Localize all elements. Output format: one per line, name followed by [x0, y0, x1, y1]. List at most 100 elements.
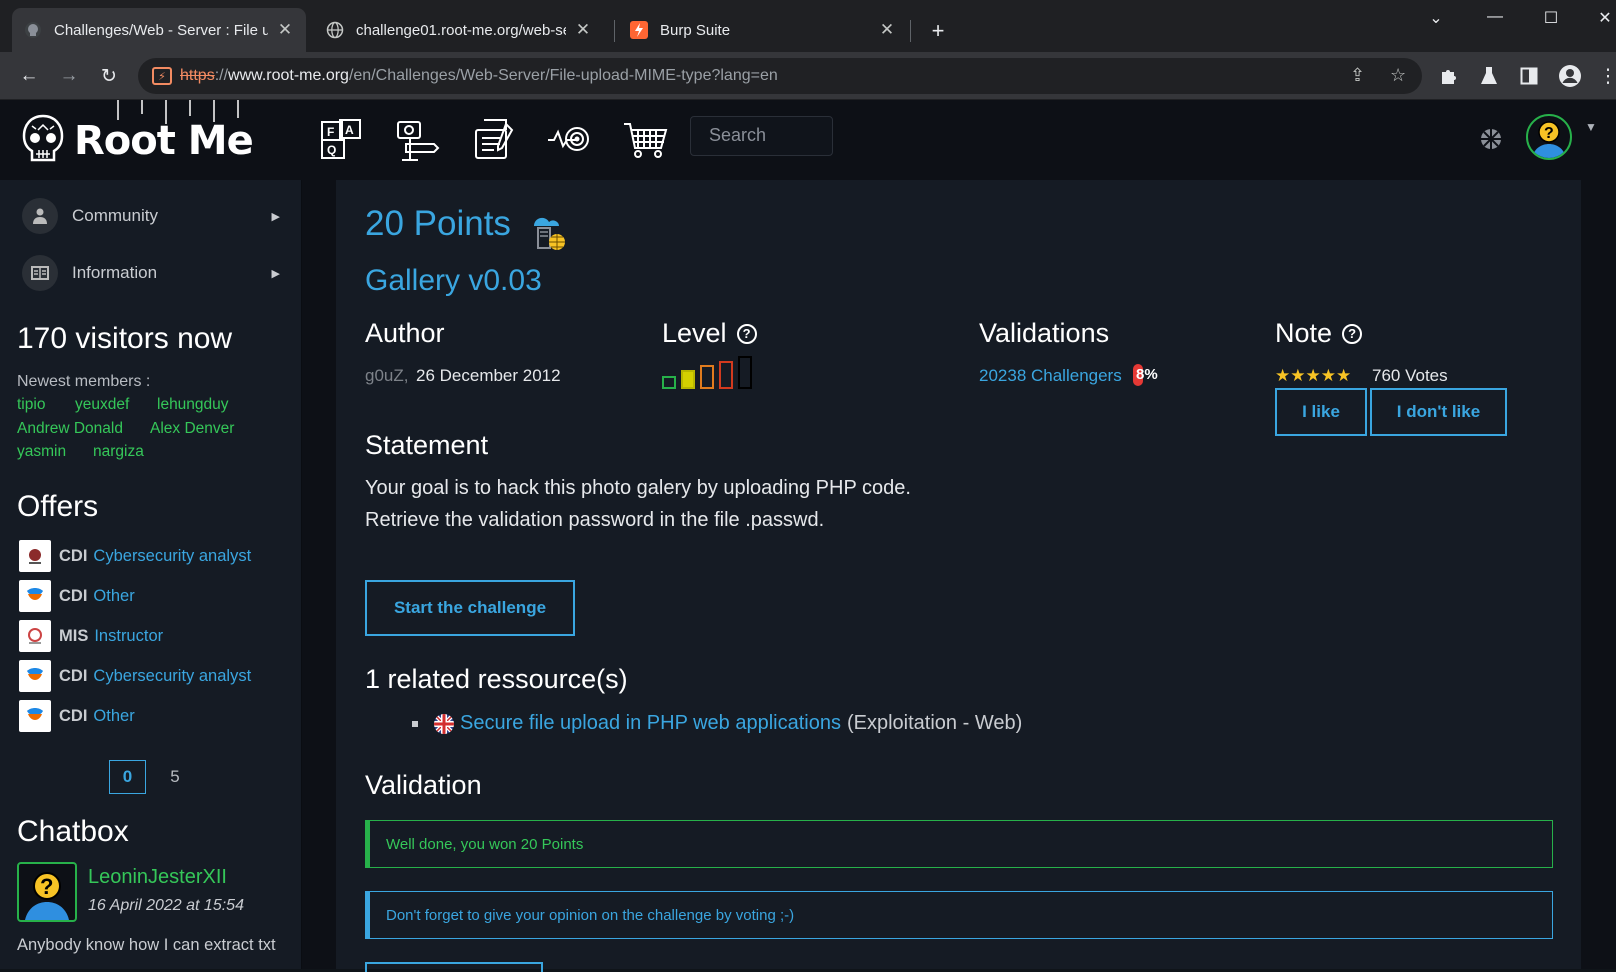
address-bar[interactable]: ⚡ https://www.root-me.org/en/Challenges/…	[138, 58, 1422, 94]
resource-link[interactable]: Secure file upload in PHP web applicatio…	[460, 712, 841, 735]
author-heading: Author	[365, 318, 445, 348]
member-link[interactable]: Alex Denver	[150, 420, 234, 438]
maximize-icon[interactable]: ☐	[1536, 8, 1566, 28]
offer-type: CDI	[59, 546, 88, 565]
visitors-count: 170 visitors now	[17, 322, 233, 355]
avatar-question-icon: ?	[1532, 121, 1566, 158]
reload-icon[interactable]: ↻	[95, 62, 123, 90]
browser-menu-icon[interactable]: ⋮	[1594, 62, 1616, 90]
minimize-icon[interactable]: —	[1480, 8, 1510, 26]
sidebar-item-community[interactable]: Community ▶	[22, 196, 292, 236]
root-me-favicon-icon	[24, 21, 42, 39]
offer-item[interactable]: MIS Instructor	[19, 620, 163, 652]
offer-title[interactable]: Instructor	[94, 627, 163, 646]
documentation-icon[interactable]	[470, 116, 516, 162]
share-icon[interactable]: ⇪	[1350, 65, 1365, 86]
new-tab-button[interactable]: +	[926, 18, 950, 44]
user-avatar[interactable]: ?	[1526, 114, 1572, 160]
help-question-icon[interactable]: ?	[1342, 323, 1363, 344]
tab-close-icon[interactable]: ✕	[276, 20, 294, 40]
level-heading: Level?	[662, 318, 757, 349]
offer-title[interactable]: Other	[93, 587, 134, 606]
back-arrow-icon[interactable]: ←	[15, 62, 43, 90]
root-me-logo[interactable]: Root Me	[0, 100, 302, 180]
offer-item[interactable]: CDI Other	[19, 580, 135, 612]
member-link[interactable]: tipio	[17, 396, 45, 414]
close-window-icon[interactable]: ✕	[1590, 8, 1616, 28]
challenge-card: 20 Points Gallery v0.03 Author g0uZ, 26 …	[336, 180, 1581, 972]
tab-separator	[910, 20, 911, 42]
sidebar: Community ▶ Information ▶ 170 visitors n…	[0, 180, 302, 969]
offer-item[interactable]: CDI Cybersecurity analyst	[19, 540, 251, 572]
svg-text:?: ?	[1544, 125, 1554, 142]
resource-item: Secure file upload in PHP web applicatio…	[412, 712, 1022, 735]
shop-cart-icon[interactable]	[622, 116, 668, 162]
validation-rate: 8%	[1136, 366, 1158, 383]
level-bar	[681, 370, 695, 389]
member-link[interactable]: lehungduy	[157, 396, 229, 414]
offer-type: MIS	[59, 626, 89, 645]
sidebar-item-information[interactable]: Information ▶	[22, 253, 292, 293]
tab-close-icon[interactable]: ✕	[878, 20, 896, 40]
side-panel-icon[interactable]	[1515, 62, 1543, 90]
forward-arrow-icon[interactable]: →	[55, 62, 83, 90]
offer-item[interactable]: CDI Cybersecurity analyst	[19, 660, 251, 692]
main-content: 20 Points Gallery v0.03 Author g0uZ, 26 …	[302, 180, 1616, 972]
offer-title[interactable]: Cybersecurity analyst	[93, 667, 251, 686]
search-input[interactable]: Search	[690, 116, 833, 156]
avatar-question-icon: ?	[25, 872, 69, 920]
url-text[interactable]: https://www.root-me.org/en/Challenges/We…	[180, 67, 778, 85]
chat-username[interactable]: LeoninJesterXII	[88, 866, 227, 889]
chat-message: Anybody know how I can extract txt	[17, 936, 276, 954]
information-icon	[22, 255, 58, 291]
labs-flask-icon[interactable]	[1475, 62, 1503, 90]
offer-title[interactable]: Other	[93, 707, 134, 726]
info-alert: Don't forget to give your opinion on the…	[365, 891, 1553, 939]
tab-burp-suite[interactable]: Burp Suite ✕	[618, 8, 908, 52]
level-bar	[738, 356, 752, 389]
note-heading: Note?	[1275, 318, 1363, 349]
author-link[interactable]: g0uZ,	[365, 366, 408, 386]
extensions-puzzle-icon[interactable]	[1435, 62, 1463, 90]
validations-link[interactable]: 20238 Challengers	[979, 366, 1122, 386]
pager-next[interactable]: 5	[160, 760, 190, 794]
offer-item[interactable]: CDI Other	[19, 700, 135, 732]
challenges-signpost-icon[interactable]	[394, 116, 440, 162]
statement-text: Retrieve the validation password in the …	[365, 509, 825, 531]
member-link[interactable]: Andrew Donald	[17, 420, 123, 438]
profile-icon[interactable]	[1556, 62, 1584, 90]
ctf-target-icon[interactable]	[546, 116, 592, 162]
user-menu-caret-icon[interactable]: ▼	[1585, 120, 1597, 134]
offer-type: CDI	[59, 706, 88, 725]
statement-heading: Statement	[365, 430, 489, 460]
partial-button[interactable]	[365, 962, 543, 972]
member-link[interactable]: yeuxdef	[75, 396, 129, 414]
dislike-button[interactable]: I don't like	[1370, 388, 1507, 436]
member-link[interactable]: nargiza	[93, 443, 144, 461]
newest-members-label: Newest members :	[17, 373, 151, 390]
faq-icon[interactable]: F A Q	[318, 116, 364, 162]
tab-challenge01[interactable]: challenge01.root-me.org/web-se ✕	[314, 8, 604, 52]
sidebar-item-label: Community	[72, 206, 158, 225]
start-challenge-button[interactable]: Start the challenge	[365, 580, 575, 636]
help-question-icon[interactable]: ?	[736, 323, 757, 344]
tab-close-icon[interactable]: ✕	[574, 20, 592, 40]
rating-stars-icon: ★★★★★	[1275, 366, 1352, 385]
chevron-right-icon: ▶	[271, 210, 280, 223]
member-link[interactable]: yasmin	[17, 443, 66, 461]
chat-avatar[interactable]: ?	[17, 862, 77, 922]
language-flag-icon[interactable]	[1480, 128, 1502, 150]
pager-current[interactable]: 0	[109, 760, 146, 794]
tab-root-me[interactable]: Challenges/Web - Server : File up ✕	[12, 8, 306, 52]
company-logo-icon	[19, 580, 51, 612]
challenge-name[interactable]: Gallery v0.03	[365, 264, 542, 298]
resource-category: (Exploitation - Web)	[846, 712, 1023, 734]
like-button[interactable]: I like	[1275, 388, 1367, 436]
bookmark-star-icon[interactable]: ☆	[1390, 65, 1406, 86]
tab-search-chevron-icon[interactable]: ⌄	[1421, 8, 1451, 28]
logo-text: Root Me	[74, 118, 254, 164]
offer-title[interactable]: Cybersecurity analyst	[93, 547, 251, 566]
offers-title: Offers	[17, 490, 99, 523]
chatbox-title: Chatbox	[17, 815, 129, 848]
not-secure-icon[interactable]: ⚡	[152, 67, 172, 85]
